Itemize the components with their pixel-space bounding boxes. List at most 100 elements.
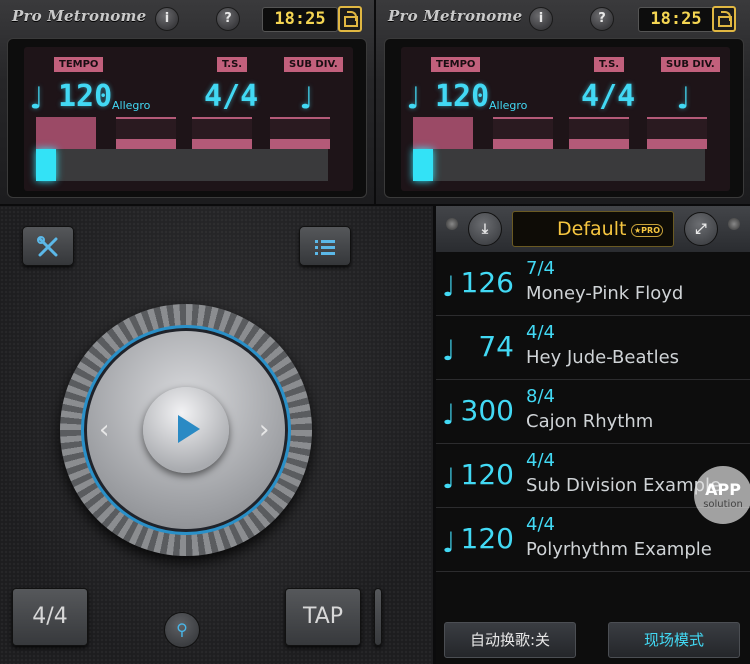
song-name: Money-Pink Floyd	[526, 283, 684, 304]
beat-progress-track	[413, 149, 705, 181]
help-button[interactable]: ?	[590, 7, 614, 31]
tuner-button[interactable]: ⚲	[164, 612, 200, 648]
download-icon: ⤓	[481, 221, 489, 237]
song-list-panel: ⤓ Default ★PRO ⤢ ♩ 126 7/4 Money-Pink Fl…	[436, 206, 750, 664]
metronome-control-panel: ‹ › 4/4 ⚲ TAP	[0, 206, 433, 664]
tempo-name: Allegro	[112, 99, 151, 112]
dial-face[interactable]: ‹ ›	[87, 331, 285, 529]
beat-3	[569, 117, 629, 149]
song-list-header: ⤓ Default ★PRO ⤢	[436, 206, 750, 252]
auto-switch-button[interactable]: 自动换歌:关	[444, 622, 576, 658]
info-button[interactable]: i	[529, 7, 553, 31]
song-name: Cajon Rhythm	[526, 411, 654, 432]
lcd-display: TEMPO T.S. SUB DIV. ♩ 120 Allegro 4/4 ♩	[384, 38, 744, 198]
expand-icon: ⤢	[695, 221, 707, 237]
beat-accent	[36, 117, 96, 149]
note-icon: ♩	[442, 334, 456, 367]
tempo-value[interactable]: 120	[58, 79, 112, 114]
tempo-tag: TEMPO	[431, 57, 481, 72]
screw-icon	[728, 218, 740, 230]
song-name: Hey Jude-Beatles	[526, 347, 680, 368]
help-button[interactable]: ?	[216, 7, 240, 31]
preset-name: Default	[557, 218, 627, 240]
lcd-screen: TEMPO T.S. SUB DIV. ♩ 120 Allegro 4/4 ♩	[401, 47, 730, 191]
tempo-value[interactable]: 120	[435, 79, 489, 114]
ts-tag: T.S.	[217, 57, 248, 72]
beat-4	[647, 117, 707, 149]
song-time-signature: 7/4	[526, 258, 555, 279]
play-button[interactable]	[143, 387, 229, 473]
tempo-name: Allegro	[489, 99, 528, 112]
song-time-signature: 4/4	[526, 450, 555, 471]
song-bpm: 120	[460, 522, 514, 555]
lcd-display: TEMPO T.S. SUB DIV. ♩ 120 Allegro 4/4 ♩	[7, 38, 367, 198]
beat-progress-fill	[413, 149, 434, 181]
note-icon: ♩	[442, 462, 456, 495]
panel-edge-handle[interactable]	[374, 588, 382, 646]
subdiv-tag: SUB DIV.	[284, 57, 343, 72]
subdiv-tag: SUB DIV.	[661, 57, 720, 72]
screw-icon	[446, 218, 458, 230]
subdivision-note-icon[interactable]: ♩	[673, 79, 692, 117]
beat-progress-track	[36, 149, 328, 181]
list-icon	[315, 240, 335, 255]
tap-button[interactable]: TAP	[285, 588, 361, 646]
song-item[interactable]: ♩ 126 7/4 Money-Pink Floyd	[436, 252, 750, 316]
play-icon	[178, 415, 200, 443]
song-item[interactable]: ♩ 120 4/4 Polyrhythm Example	[436, 508, 750, 572]
beat-3	[192, 117, 252, 149]
watermark-logo: APP solution	[694, 466, 750, 524]
lcd-screen: TEMPO T.S. SUB DIV. ♩ 120 Allegro 4/4 ♩	[24, 47, 353, 191]
beat-progress-fill	[36, 149, 57, 181]
preset-selector[interactable]: Default ★PRO	[512, 211, 674, 247]
song-list-button[interactable]	[299, 226, 351, 266]
orientation-lock-icon[interactable]	[338, 6, 362, 32]
beat-accent	[413, 117, 473, 149]
header-left: Pro Metronome i ? 18:25 TEMPO T.S. SUB D…	[0, 0, 374, 204]
song-name: Sub Division Example	[526, 475, 722, 496]
quarter-note-icon: ♩	[403, 79, 423, 117]
note-icon: ♩	[442, 398, 456, 431]
beat-2	[116, 117, 176, 149]
note-icon: ♩	[442, 270, 456, 303]
song-bpm: 126	[460, 266, 514, 299]
song-item[interactable]: ♩ 300 8/4 Cajon Rhythm	[436, 380, 750, 444]
clock-display: 18:25	[262, 7, 338, 32]
app-title: Pro Metronome	[12, 7, 147, 25]
song-item[interactable]: ♩ 74 4/4 Hey Jude-Beatles	[436, 316, 750, 380]
note-icon: ♩	[442, 526, 456, 559]
time-signature-value[interactable]: 4/4	[204, 79, 258, 114]
app-title: Pro Metronome	[388, 7, 523, 25]
tempo-dial[interactable]: ‹ ›	[60, 304, 312, 556]
import-button[interactable]: ⤓	[468, 212, 502, 246]
song-name: Polyrhythm Example	[526, 539, 712, 560]
tempo-tag: TEMPO	[54, 57, 104, 72]
watermark-title: APP	[705, 480, 741, 499]
orientation-lock-icon[interactable]	[712, 6, 736, 32]
dial-ring: ‹ ›	[81, 325, 291, 535]
song-bpm: 300	[460, 394, 514, 427]
beat-4	[270, 117, 330, 149]
header-right: Pro Metronome i ? 18:25 TEMPO T.S. SUB D…	[376, 0, 750, 204]
song-time-signature: 4/4	[526, 514, 555, 535]
ts-tag: T.S.	[594, 57, 625, 72]
tools-icon	[37, 236, 58, 257]
prev-arrow-icon[interactable]: ‹	[99, 415, 109, 445]
time-signature-button[interactable]: 4/4	[12, 588, 88, 646]
next-arrow-icon[interactable]: ›	[259, 415, 269, 445]
beat-2	[493, 117, 553, 149]
clock-display: 18:25	[638, 7, 714, 32]
quarter-note-icon: ♩	[26, 79, 46, 117]
live-mode-button[interactable]: 现场模式	[608, 622, 740, 658]
song-time-signature: 4/4	[526, 322, 555, 343]
expand-button[interactable]: ⤢	[684, 212, 718, 246]
watermark-subtitle: solution	[703, 499, 743, 510]
info-button[interactable]: i	[155, 7, 179, 31]
tuning-fork-icon: ⚲	[176, 620, 188, 639]
subdivision-note-icon[interactable]: ♩	[296, 79, 315, 117]
settings-button[interactable]	[22, 226, 74, 266]
song-bpm: 120	[460, 458, 514, 491]
song-time-signature: 8/4	[526, 386, 555, 407]
song-bpm: 74	[478, 330, 514, 363]
time-signature-value[interactable]: 4/4	[581, 79, 635, 114]
